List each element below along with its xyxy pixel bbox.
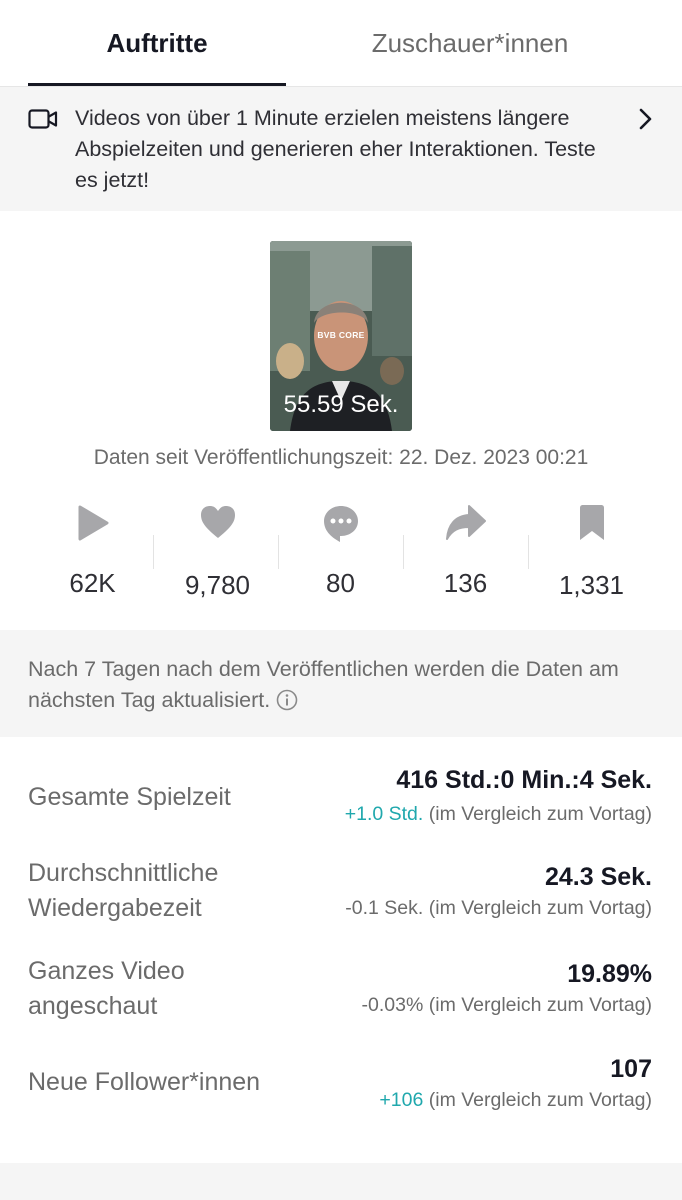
share-icon xyxy=(403,503,528,551)
metric-compare-total-playtime: +1.0 Std. (im Vergleich zum Vortag) xyxy=(345,803,652,826)
video-watermark: BVB CORE xyxy=(317,330,365,340)
metric-compare-text: (im Vergleich zum Vortag) xyxy=(423,803,652,825)
saves-count: 1,331 xyxy=(558,570,625,600)
metric-value-total-playtime: 416 Std.:0 Min.:4 Sek. xyxy=(396,766,652,794)
stat-saves: 1,331 xyxy=(529,503,654,613)
video-camera-icon xyxy=(28,108,58,135)
metric-label-new-followers: Neue Follower*innen xyxy=(28,1068,261,1096)
update-note: Nach 7 Tagen nach dem Veröffentlichen we… xyxy=(28,654,628,720)
comments-count: 80 xyxy=(326,568,355,598)
stat-divider xyxy=(153,535,154,569)
metric-label-line: angeschaut xyxy=(28,992,158,1020)
publish-date: Daten seit Veröffentlichungszeit: 22. De… xyxy=(93,446,589,469)
metric-value-new-followers: 107 xyxy=(610,1055,652,1083)
metric-delta: -0.1 Sek. xyxy=(345,897,424,919)
metric-compare-text: (im Vergleich zum Vortag) xyxy=(423,1089,652,1111)
metric-compare-avg-watchtime: -0.1 Sek. (im Vergleich zum Vortag) xyxy=(345,897,652,920)
shares-count: 136 xyxy=(443,568,488,598)
metric-label-total-playtime: Gesamte Spielzeit xyxy=(28,783,231,811)
active-tab-indicator xyxy=(28,83,286,86)
update-note-text: Nach 7 Tagen nach dem Veröffentlichen we… xyxy=(28,657,619,712)
tab-auftritte[interactable]: Auftritte xyxy=(28,0,286,86)
metric-label-line: Wiedergabezeit xyxy=(28,894,202,922)
heart-icon xyxy=(155,503,280,551)
metric-compare-full-watched: -0.03% (im Vergleich zum Vortag) xyxy=(362,994,652,1017)
metric-delta: +106 xyxy=(379,1089,424,1111)
metric-label-line: Durchschnittliche xyxy=(28,859,219,887)
comment-icon xyxy=(278,503,403,551)
metric-compare-text: (im Vergleich zum Vortag) xyxy=(423,897,652,919)
tip-text: Videos von über 1 Minute erzielen meiste… xyxy=(75,106,596,192)
metric-compare-text: (im Vergleich zum Vortag) xyxy=(423,994,652,1016)
video-thumbnail[interactable]: BVB CORE 55.59 Sek. xyxy=(270,241,412,431)
stat-comments: 80 xyxy=(278,503,403,613)
video-duration: 55.59 Sek. xyxy=(283,391,399,418)
views-count: 62K xyxy=(69,568,116,598)
stat-shares: 136 xyxy=(403,503,528,613)
bookmark-icon xyxy=(529,503,654,551)
tab-bar: Auftritte Zuschauer*innen xyxy=(0,0,682,87)
info-icon[interactable] xyxy=(276,689,298,720)
tab-zuschauer[interactable]: Zuschauer*innen xyxy=(340,0,600,86)
metric-delta: +1.0 Std. xyxy=(344,803,424,825)
metric-value-full-watched: 19.89% xyxy=(567,960,652,988)
bottom-section-divider xyxy=(0,1163,682,1200)
metric-delta: -0.03% xyxy=(361,994,424,1016)
stat-views: 62K xyxy=(30,503,155,613)
metric-value-avg-watchtime: 24.3 Sek. xyxy=(544,863,652,891)
metric-label-avg-watchtime: Durchschnittliche Wiedergabezeit xyxy=(28,856,218,926)
metric-label-full-watched: Ganzes Video angeschaut xyxy=(28,954,185,1024)
chevron-right-icon[interactable] xyxy=(638,107,654,136)
likes-count: 9,780 xyxy=(184,570,251,600)
metric-label-line: Ganzes Video xyxy=(28,957,185,985)
metric-compare-new-followers: +106 (im Vergleich zum Vortag) xyxy=(379,1089,652,1112)
stat-likes: 9,780 xyxy=(155,503,280,613)
play-icon xyxy=(30,503,155,551)
